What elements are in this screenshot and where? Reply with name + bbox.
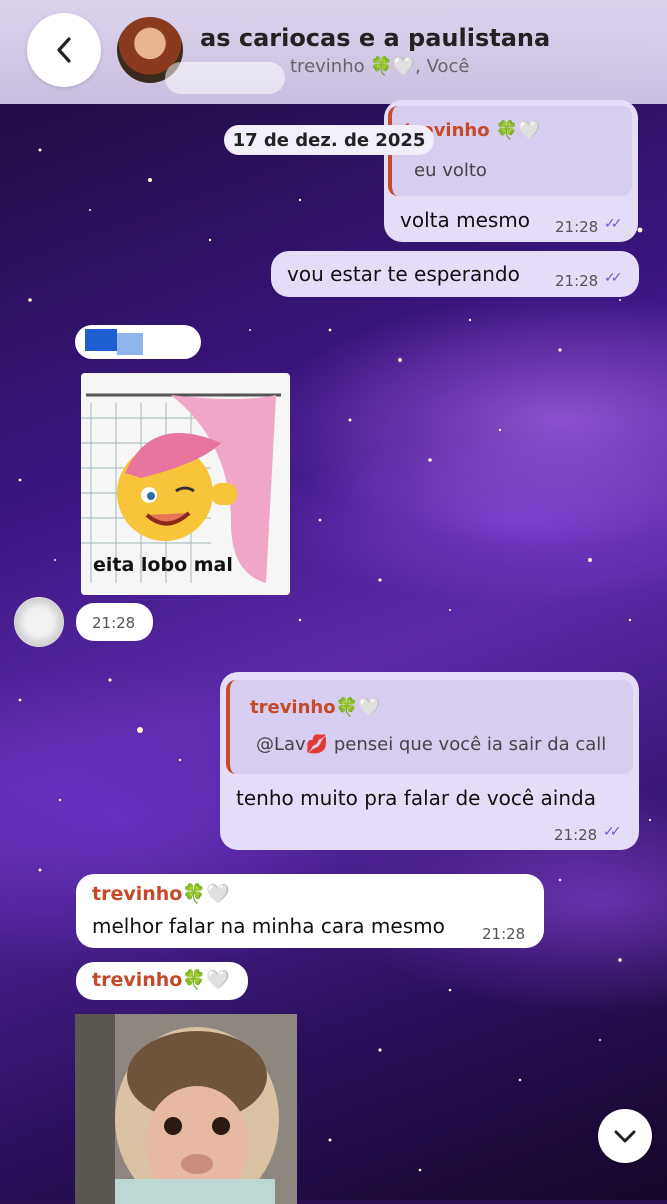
sender-name-pill: trevinho🍀🤍: [76, 962, 248, 1000]
chevron-left-icon: [57, 37, 71, 63]
message-time: 21:28: [92, 614, 136, 632]
capuchin-monkey-photo: [75, 1014, 297, 1204]
message-time: 21:28: [482, 925, 526, 943]
sticker-image[interactable]: eita lobo mal: [81, 373, 290, 595]
double-check-icon: ✓✓: [603, 824, 622, 840]
double-check-icon: ✓✓: [604, 270, 623, 286]
blurred-sender-name: [117, 333, 143, 355]
sticker-caption: eita lobo mal: [93, 554, 233, 576]
outgoing-message[interactable]: trevinho 🍀🤍 eu volto volta mesmo 21:28 ✓…: [384, 100, 638, 242]
message-text: vou estar te esperando: [287, 262, 520, 286]
blurred-member-name: [165, 62, 285, 94]
sender-name: trevinho🍀🤍: [92, 883, 230, 905]
message-text: melhor falar na minha cara mesmo: [92, 914, 445, 938]
sender-name-pill: [75, 325, 201, 359]
sender-name: trevinho🍀🤍: [92, 969, 230, 991]
monkey-sticker-image[interactable]: [75, 1014, 297, 1204]
chat-header: as cariocas e a paulistana trevinho 🍀🤍, …: [0, 0, 667, 104]
incoming-message[interactable]: trevinho🍀🤍 melhor falar na minha cara me…: [76, 874, 544, 948]
blurred-sender-name: [85, 329, 117, 351]
incoming-timestamp-pill: 21:28: [76, 603, 153, 641]
date-separator: 17 de dez. de 2025: [224, 125, 434, 155]
reply-quote[interactable]: trevinho🍀🤍 @Lav💋 pensei que você ia sair…: [226, 680, 633, 774]
sender-avatar[interactable]: [14, 597, 64, 647]
winking-emoji-sticker: eita lobo mal: [81, 373, 290, 595]
message-time: 21:28: [554, 826, 598, 844]
message-time: 21:28: [555, 272, 599, 290]
quote-text: @Lav💋 pensei que você ia sair da call: [256, 734, 607, 755]
message-text: volta mesmo: [400, 208, 531, 232]
scroll-to-bottom-button[interactable]: [598, 1109, 652, 1163]
message-time: 21:28: [555, 218, 599, 236]
back-button[interactable]: [27, 13, 101, 87]
double-check-icon: ✓✓: [604, 216, 623, 232]
group-title[interactable]: as cariocas e a paulistana: [200, 24, 550, 52]
outgoing-message[interactable]: trevinho🍀🤍 @Lav💋 pensei que você ia sair…: [220, 672, 639, 850]
chevron-down-icon: [614, 1130, 636, 1143]
group-members: trevinho 🍀🤍, Você: [290, 56, 470, 77]
message-text: tenho muito pra falar de você ainda: [236, 786, 596, 810]
quote-sender: trevinho🍀🤍: [250, 697, 381, 718]
outgoing-message[interactable]: vou estar te esperando 21:28 ✓✓: [271, 251, 639, 297]
quote-text: eu volto: [414, 160, 487, 181]
